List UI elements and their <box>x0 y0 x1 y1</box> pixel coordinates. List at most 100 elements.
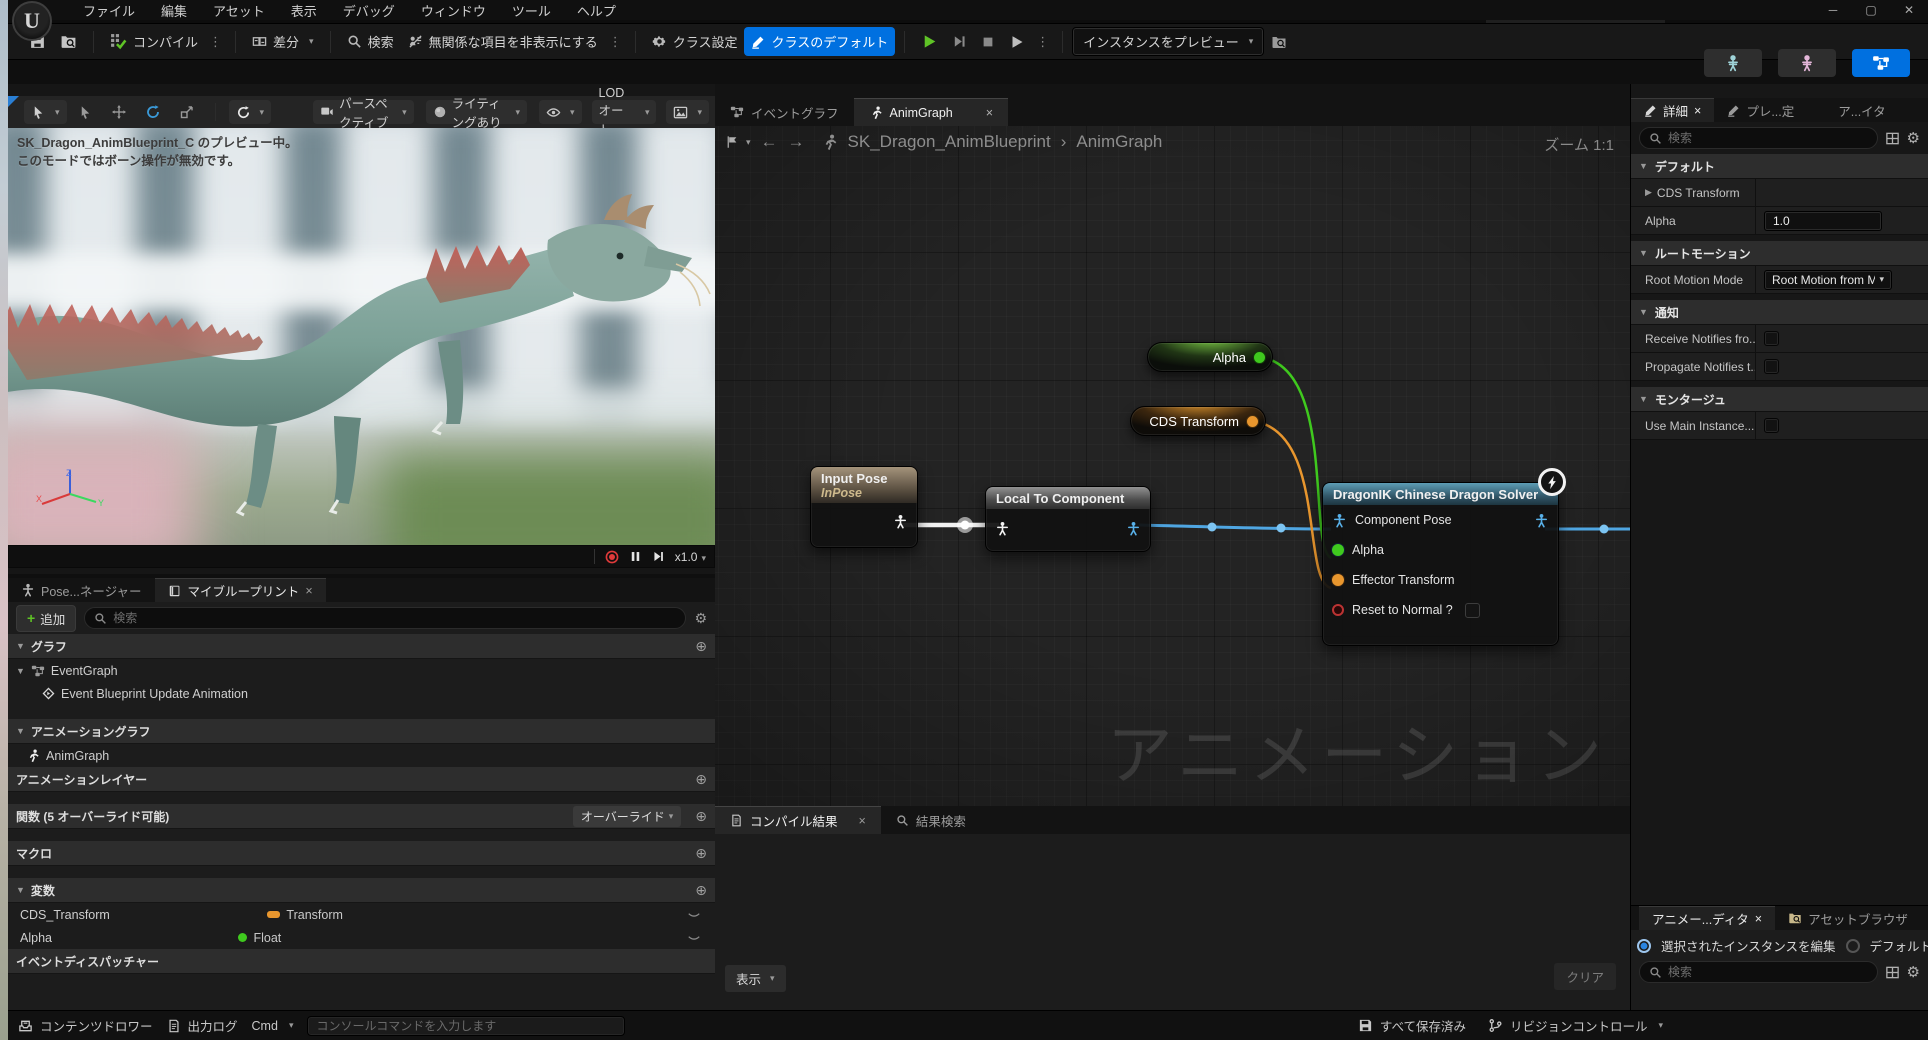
variable-row-cds-transform[interactable]: CDS_Transform Transform <box>8 903 715 926</box>
menu-help[interactable]: ヘルプ <box>564 0 629 22</box>
my-blueprint-search[interactable] <box>84 607 686 629</box>
nav-forward-icon[interactable]: → <box>788 132 805 152</box>
component-pose-output-pin[interactable] <box>1126 521 1141 536</box>
section-default[interactable]: ▼ デフォルト <box>1631 154 1928 179</box>
eject-button[interactable] <box>1002 29 1032 55</box>
preview-3d-scene[interactable]: ZXY SK_Dragon_AnimBlueprint_C のプレビュー中。 こ… <box>8 128 715 545</box>
show-flags-dropdown[interactable]: ▾ <box>539 100 582 124</box>
close-icon[interactable]: × <box>859 814 866 828</box>
my-blueprint-search-input[interactable] <box>113 611 676 625</box>
cmd-dropdown[interactable]: Cmd▾ <box>252 1019 294 1033</box>
tab-compiler-results[interactable]: コンパイル結果 × <box>715 806 881 834</box>
alpha-value-input[interactable] <box>1764 211 1882 231</box>
breadcrumb-root[interactable]: SK_Dragon_AnimBlueprint <box>848 132 1051 152</box>
tab-asset-editor[interactable]: ア...イタ <box>1825 98 1898 122</box>
console-command-input[interactable] <box>307 1016 625 1036</box>
edit-defaults-radio[interactable] <box>1846 939 1860 953</box>
component-pose-input-pin[interactable] <box>1332 513 1347 528</box>
pose-output-pin[interactable] <box>893 514 908 529</box>
override-dropdown[interactable]: オーバーライド▾ <box>573 806 681 827</box>
edit-instance-radio[interactable] <box>1637 939 1651 953</box>
add-graph-icon[interactable]: ⊕ <box>695 638 707 655</box>
scale-tool-button[interactable] <box>172 100 202 124</box>
revision-control-button[interactable]: リビジョンコントロール▾ <box>1488 1016 1663 1035</box>
window-close-button[interactable]: ✕ <box>1890 0 1928 20</box>
show-filter-dropdown[interactable]: 表示▾ <box>725 965 786 992</box>
anim-settings-gear-icon[interactable]: ⚙ <box>1907 963 1920 981</box>
move-tool-button[interactable] <box>104 100 134 124</box>
filter-gear-icon[interactable]: ⚙ <box>694 610 707 627</box>
window-minimize-button[interactable]: ─ <box>1814 0 1852 20</box>
view-mode-dropdown[interactable]: ライティングあり▾ <box>426 100 527 124</box>
close-icon[interactable]: × <box>1755 912 1762 926</box>
section-event-dispatchers[interactable]: イベントディスパッチャー <box>8 949 715 974</box>
window-maximize-button[interactable]: ▢ <box>1852 0 1890 20</box>
tree-item-animgraph[interactable]: AnimGraph <box>8 744 715 767</box>
lod-dropdown[interactable]: LODオート▾ <box>592 100 657 124</box>
menu-asset[interactable]: アセット <box>200 0 278 22</box>
section-animation-graphs[interactable]: ▼ アニメーショングラフ <box>8 719 715 744</box>
output-log-button[interactable]: 出力ログ <box>167 1016 238 1035</box>
viewport-playback-bar[interactable]: x1.0▾ <box>8 545 715 568</box>
bookmark-dropdown[interactable]: ▾ <box>725 135 751 149</box>
step-forward-icon[interactable] <box>652 550 665 563</box>
section-montage[interactable]: ▼ モンタージュ <box>1631 387 1928 412</box>
add-variable-icon[interactable]: ⊕ <box>695 882 707 899</box>
pose-input-pin[interactable] <box>995 521 1010 536</box>
unreal-logo-icon[interactable]: U <box>12 1 52 41</box>
float-output-pin[interactable] <box>1253 351 1266 364</box>
component-pose-output-pin[interactable] <box>1534 513 1549 528</box>
anim-panel-search-input[interactable] <box>1668 965 1868 979</box>
variable-row-alpha[interactable]: Alpha Float <box>8 926 715 949</box>
section-functions[interactable]: 関数 (5 オーバーライド可能) オーバーライド▾ ⊕ <box>8 804 715 829</box>
nav-back-icon[interactable]: ← <box>761 132 778 152</box>
variable-visibility-icon[interactable] <box>687 908 701 922</box>
variable-visibility-icon[interactable] <box>687 931 701 945</box>
alpha-input-pin[interactable] <box>1332 544 1344 556</box>
property-matrix-icon[interactable] <box>1885 131 1900 146</box>
reset-to-normal-input-pin[interactable] <box>1332 604 1344 616</box>
stop-button[interactable] <box>974 30 1002 54</box>
node-alpha-getter[interactable]: Alpha <box>1147 342 1273 372</box>
node-input-pose[interactable]: Input Pose InPose <box>810 466 918 548</box>
tab-eventgraph[interactable]: イベントグラフ <box>715 98 854 126</box>
tab-pose-watch-manager[interactable]: Pose...ネージャー <box>8 578 155 602</box>
blueprint-mode-button[interactable] <box>1852 49 1910 77</box>
receive-notifies-checkbox[interactable] <box>1764 331 1779 346</box>
add-layer-icon[interactable]: ⊕ <box>695 771 707 788</box>
effector-transform-input-pin[interactable] <box>1332 574 1344 586</box>
node-cds-transform-getter[interactable]: CDS Transform <box>1130 406 1266 436</box>
section-root-motion[interactable]: ▼ ルートモーション <box>1631 241 1928 266</box>
close-icon[interactable]: × <box>986 106 993 120</box>
record-icon[interactable] <box>605 550 619 564</box>
play-button[interactable] <box>914 28 945 55</box>
transform-output-pin[interactable] <box>1246 415 1259 428</box>
expander-icon[interactable]: ▶ <box>1645 187 1652 198</box>
compile-button[interactable]: コンパイル <box>103 27 205 56</box>
find-button[interactable]: 検索 <box>340 27 401 56</box>
section-variables[interactable]: ▼ 変数 ⊕ <box>8 878 715 903</box>
class-defaults-button[interactable]: クラスのデフォルト <box>744 27 895 56</box>
breadcrumb-current[interactable]: AnimGraph <box>1076 132 1162 152</box>
compile-options-icon[interactable]: ⋮ <box>205 34 226 50</box>
node-dragonik-solver[interactable]: DragonIK Chinese Dragon Solver Component… <box>1322 482 1559 646</box>
details-search-input[interactable] <box>1668 131 1868 145</box>
pause-icon[interactable] <box>629 550 642 563</box>
tab-details[interactable]: 詳細 × <box>1631 98 1714 122</box>
skeleton-mode-button[interactable] <box>1704 49 1762 77</box>
diff-button[interactable]: 差分▾ <box>245 27 321 56</box>
hide-unrelated-button[interactable]: 無関係な項目を非表示にする <box>401 27 605 56</box>
playback-speed-dropdown[interactable]: x1.0▾ <box>675 550 706 564</box>
rotation-snap-dropdown[interactable]: ▾ <box>229 100 272 124</box>
preview-instance-dropdown[interactable]: インスタンスをプレビュー▾ <box>1072 27 1264 56</box>
perspective-dropdown[interactable]: パースペクティブ▾ <box>313 100 414 124</box>
menu-view[interactable]: 表示 <box>278 0 330 22</box>
animgraph-canvas[interactable]: ▾ ← → SK_Dragon_AnimBlueprint › AnimGrap… <box>715 126 1630 806</box>
clear-button[interactable]: クリア <box>1554 963 1616 990</box>
section-animation-layers[interactable]: アニメーションレイヤー ⊕ <box>8 767 715 792</box>
browse-asset-button[interactable] <box>53 28 84 55</box>
node-local-to-component[interactable]: Local To Component <box>985 486 1151 552</box>
tab-my-blueprint[interactable]: マイブループリント × <box>155 578 326 602</box>
rotate-tool-button[interactable] <box>138 100 168 124</box>
hide-unrelated-options-icon[interactable]: ⋮ <box>605 34 626 50</box>
